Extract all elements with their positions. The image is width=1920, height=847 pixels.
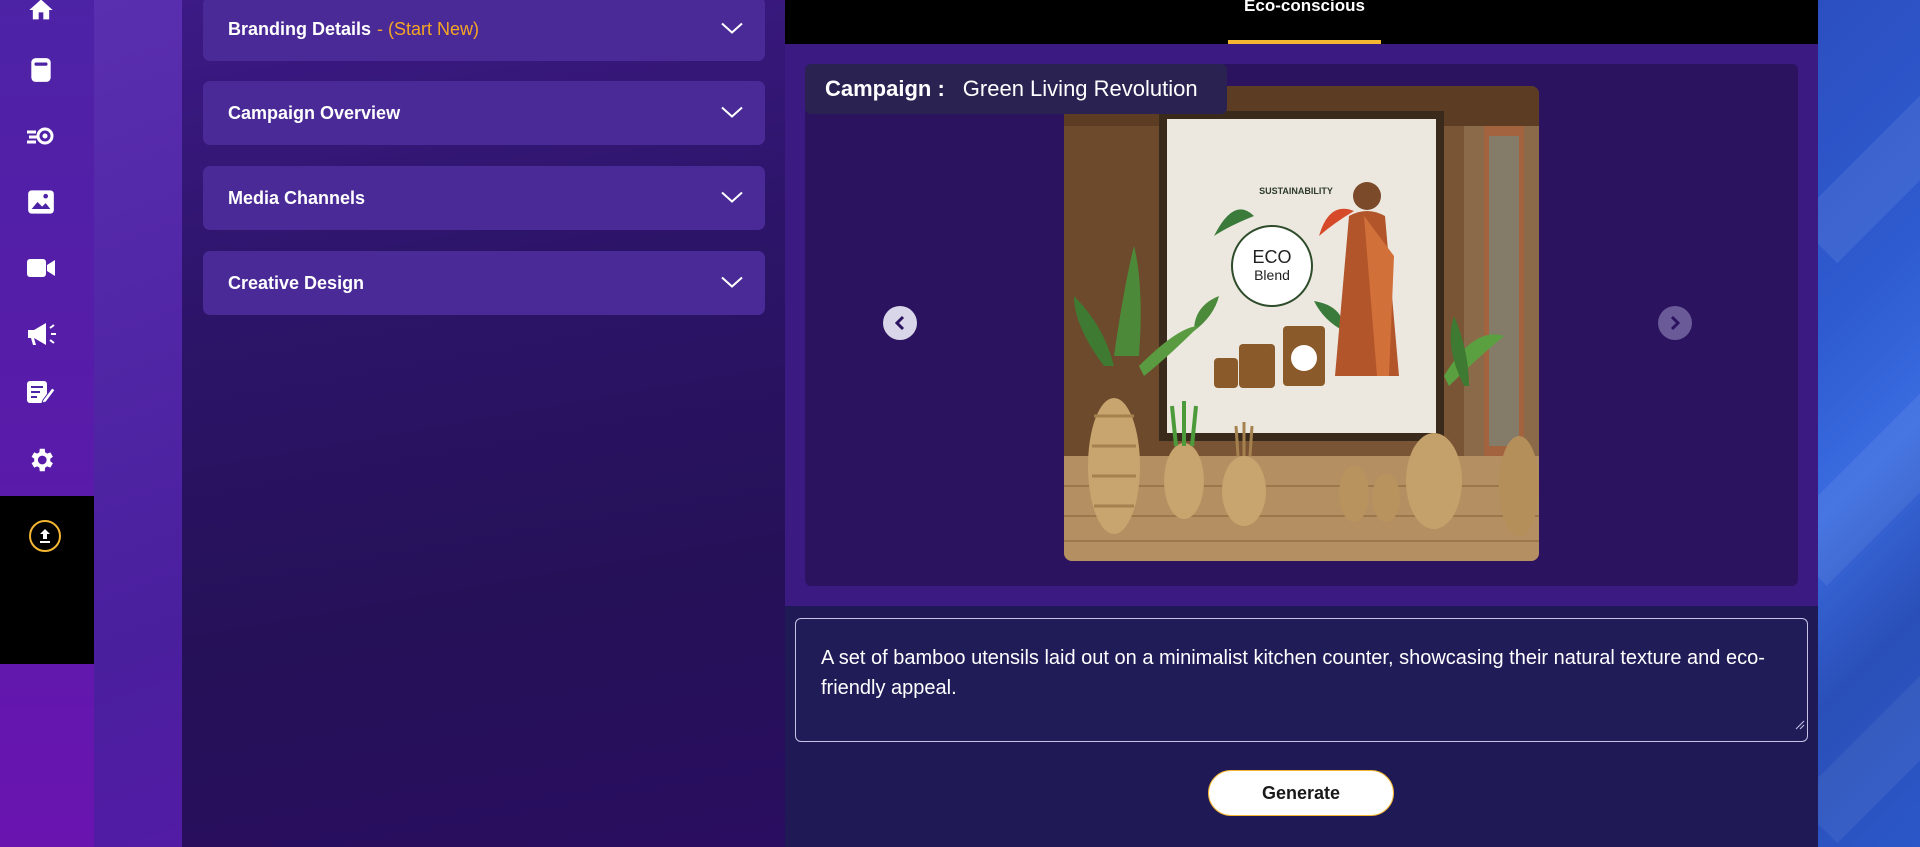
main-content: Eco-conscious SUSTAINABILITY ECO Blend C…	[785, 0, 1818, 847]
carousel-section: SUSTAINABILITY ECO Blend Campaign : Gree…	[785, 44, 1818, 606]
poster-logo-line2: Blend	[1254, 267, 1290, 283]
prev-arrow-icon[interactable]	[883, 306, 917, 340]
generate-button[interactable]: Generate	[1208, 770, 1394, 816]
form-accordion-panel: Branding Details - (Start New) Campaign …	[182, 0, 785, 847]
poster-logo-line1: ECO	[1252, 247, 1292, 267]
poster-brand-top: SUSTAINABILITY	[1259, 186, 1333, 196]
icon-sidebar	[0, 0, 94, 847]
accordion-label: Creative Design	[228, 272, 365, 293]
book-icon[interactable]	[23, 52, 59, 88]
accordion-label: Branding Details	[228, 18, 372, 39]
megaphone-icon[interactable]	[23, 316, 59, 352]
resize-handle-icon[interactable]	[1795, 709, 1805, 739]
home-icon[interactable]	[23, 0, 59, 28]
generated-image: SUSTAINABILITY ECO Blend	[1064, 86, 1539, 561]
tab-bar: Eco-conscious	[785, 0, 1818, 44]
accordion-media-channels[interactable]: Media Channels	[203, 166, 765, 230]
prompt-text: A set of bamboo utensils laid out on a m…	[821, 647, 1765, 699]
accordion-creative-design[interactable]: Creative Design	[203, 251, 765, 315]
gear-run-icon[interactable]	[23, 118, 59, 154]
tab-eco-conscious[interactable]: Eco-conscious	[1228, 0, 1381, 44]
video-icon[interactable]	[23, 250, 59, 286]
accordion-hint: - (Start New)	[377, 18, 480, 39]
accordion-branding-details[interactable]: Branding Details - (Start New)	[203, 0, 765, 61]
accordion-campaign-overview[interactable]: Campaign Overview	[203, 81, 765, 145]
chevron-down-icon	[721, 19, 743, 40]
chevron-down-icon	[721, 188, 743, 209]
chevron-down-icon	[721, 103, 743, 124]
image-icon[interactable]	[23, 184, 59, 220]
accordion-label: Media Channels	[228, 187, 366, 208]
campaign-label: Campaign : Green Living Revolution	[805, 64, 1227, 114]
campaign-key: Campaign :	[825, 76, 945, 101]
image-carousel: SUSTAINABILITY ECO Blend Campaign : Gree…	[805, 64, 1798, 586]
campaign-name: Green Living Revolution	[962, 76, 1198, 101]
upload-icon[interactable]	[29, 520, 61, 552]
feedback-icon[interactable]	[23, 376, 59, 412]
next-arrow-icon[interactable]	[1658, 306, 1692, 340]
settings-icon[interactable]	[23, 442, 59, 478]
accordion-label: Campaign Overview	[228, 102, 401, 123]
chevron-down-icon	[721, 273, 743, 294]
background-decoration	[1818, 0, 1920, 847]
prompt-textarea[interactable]: A set of bamboo utensils laid out on a m…	[795, 618, 1808, 742]
